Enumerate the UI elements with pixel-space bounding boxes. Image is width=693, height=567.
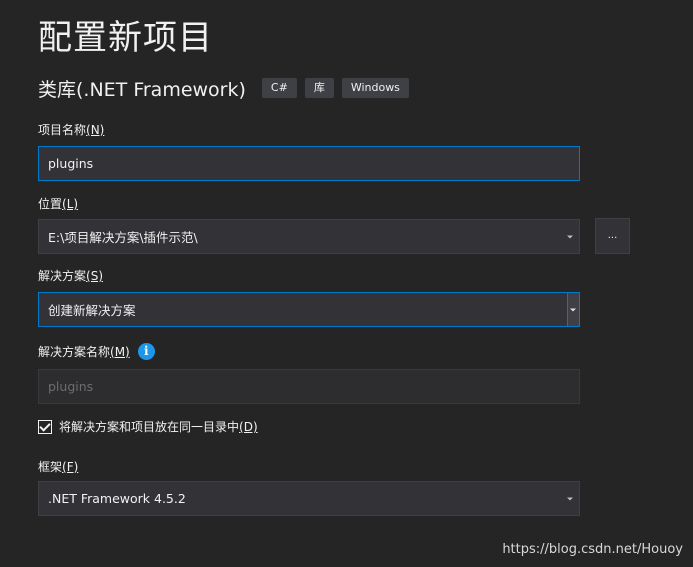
tag-type: 库 xyxy=(304,78,334,98)
location-label: 位置(L) xyxy=(38,197,79,211)
location-combobox[interactable]: E:\项目解决方案\插件示范\ xyxy=(38,219,580,254)
framework-label: 框架(F) xyxy=(38,460,79,474)
solution-value: 创建新解决方案 xyxy=(48,303,136,318)
tag-platform: Windows xyxy=(341,78,409,98)
project-name-value: plugins xyxy=(48,156,94,171)
solution-name-input[interactable]: plugins xyxy=(38,369,580,404)
project-name-label: 项目名称(N) xyxy=(38,123,105,137)
solution-name-placeholder: plugins xyxy=(48,379,94,394)
watermark: https://blog.csdn.net/Houoy xyxy=(502,542,683,557)
chevron-down-icon xyxy=(567,235,573,238)
framework-value: .NET Framework 4.5.2 xyxy=(48,491,186,506)
same-directory-label[interactable]: 将解决方案和项目放在同一目录中(D) xyxy=(59,418,258,435)
info-icon[interactable]: i xyxy=(137,343,155,360)
template-name: 类库(.NET Framework) xyxy=(38,78,246,101)
chevron-down-icon xyxy=(567,497,573,500)
solution-dropdown-button[interactable] xyxy=(567,292,580,327)
project-name-input[interactable]: plugins xyxy=(38,146,580,181)
solution-label: 解决方案(S) xyxy=(38,269,103,283)
same-directory-option[interactable]: 将解决方案和项目放在同一目录中(D) xyxy=(38,418,258,435)
framework-combobox[interactable]: .NET Framework 4.5.2 xyxy=(38,481,580,516)
location-value: E:\项目解决方案\插件示范\ xyxy=(48,230,198,245)
template-header: 类库(.NET Framework) C# 库 Windows xyxy=(38,76,417,101)
checkmark-icon xyxy=(39,419,51,432)
tag-language: C# xyxy=(261,78,297,98)
browse-button[interactable]: ... xyxy=(595,218,630,254)
same-directory-checkbox[interactable] xyxy=(38,419,52,434)
solution-select[interactable]: 创建新解决方案 xyxy=(38,292,580,327)
solution-name-label: 解决方案名称 (M) i xyxy=(38,343,155,360)
chevron-down-icon xyxy=(570,308,576,311)
page-title: 配置新项目 xyxy=(38,18,213,58)
